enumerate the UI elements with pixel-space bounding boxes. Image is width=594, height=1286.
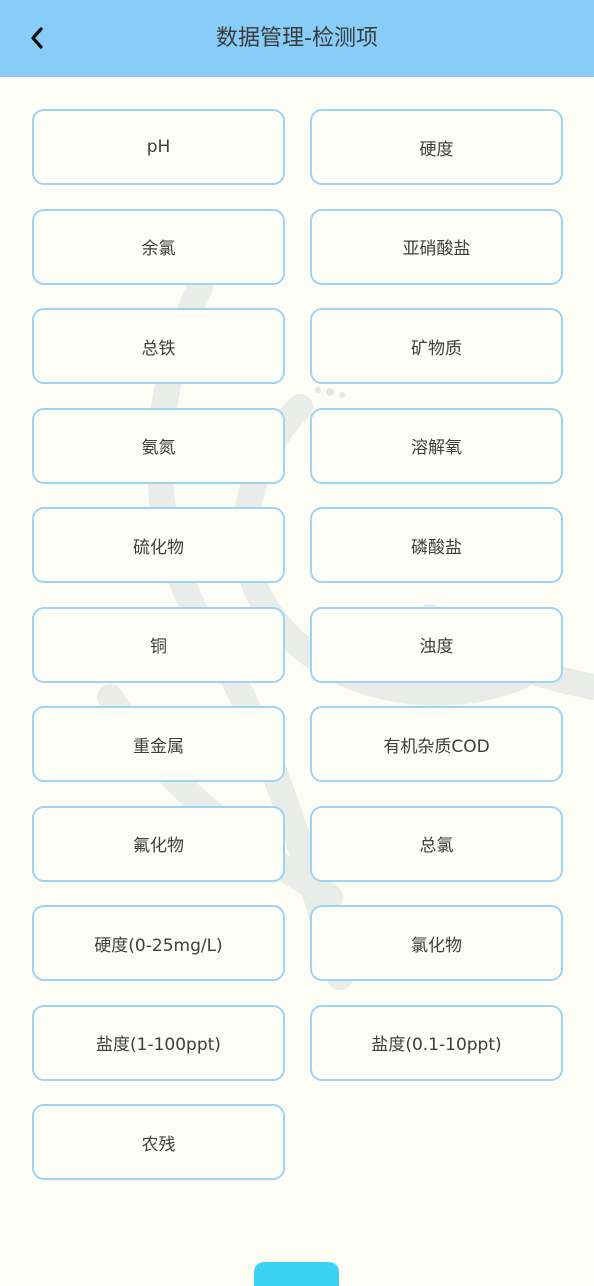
page-title: 数据管理-检测项 bbox=[216, 26, 378, 51]
item-nitrite[interactable]: 亚硝酸盐 bbox=[310, 208, 563, 285]
item-minerals[interactable]: 矿物质 bbox=[310, 308, 563, 384]
item-heavy-metals[interactable]: 重金属 bbox=[32, 706, 285, 782]
item-organic-cod[interactable]: 有机杂质COD bbox=[310, 706, 563, 782]
item-hardness-range[interactable]: 硬度(0-25mg/L) bbox=[32, 905, 285, 981]
item-pesticide-residue[interactable]: 农残 bbox=[32, 1104, 285, 1180]
item-fluoride[interactable]: 氟化物 bbox=[32, 805, 285, 882]
chevron-left-icon bbox=[31, 27, 43, 49]
item-ph[interactable]: pH bbox=[32, 109, 285, 185]
item-total-iron[interactable]: 总铁 bbox=[32, 308, 285, 384]
item-ammonia-nitrogen[interactable]: 氨氮 bbox=[32, 407, 285, 484]
item-dissolved-oxygen[interactable]: 溶解氧 bbox=[310, 407, 563, 484]
item-grid: pH 硬度 余氯 亚硝酸盐 总铁 矿物质 氨氮 溶解氧 硫化物 磷酸盐 铜 浊度… bbox=[32, 109, 563, 1180]
back-button[interactable] bbox=[18, 18, 58, 58]
bottom-tab-button[interactable] bbox=[254, 1262, 339, 1286]
item-chloride[interactable]: 氯化物 bbox=[310, 905, 563, 981]
item-residual-chlorine[interactable]: 余氯 bbox=[32, 208, 285, 285]
item-salinity-0.1-10[interactable]: 盐度(0.1-10ppt) bbox=[310, 1004, 563, 1081]
header-bar: 数据管理-检测项 bbox=[0, 0, 594, 77]
item-copper[interactable]: 铜 bbox=[32, 606, 285, 683]
item-phosphate[interactable]: 磷酸盐 bbox=[310, 507, 563, 583]
item-salinity-1-100[interactable]: 盐度(1-100ppt) bbox=[32, 1004, 285, 1081]
item-sulfide[interactable]: 硫化物 bbox=[32, 507, 285, 583]
item-hardness[interactable]: 硬度 bbox=[310, 109, 563, 185]
item-total-chlorine[interactable]: 总氯 bbox=[310, 805, 563, 882]
item-turbidity[interactable]: 浊度 bbox=[310, 606, 563, 683]
